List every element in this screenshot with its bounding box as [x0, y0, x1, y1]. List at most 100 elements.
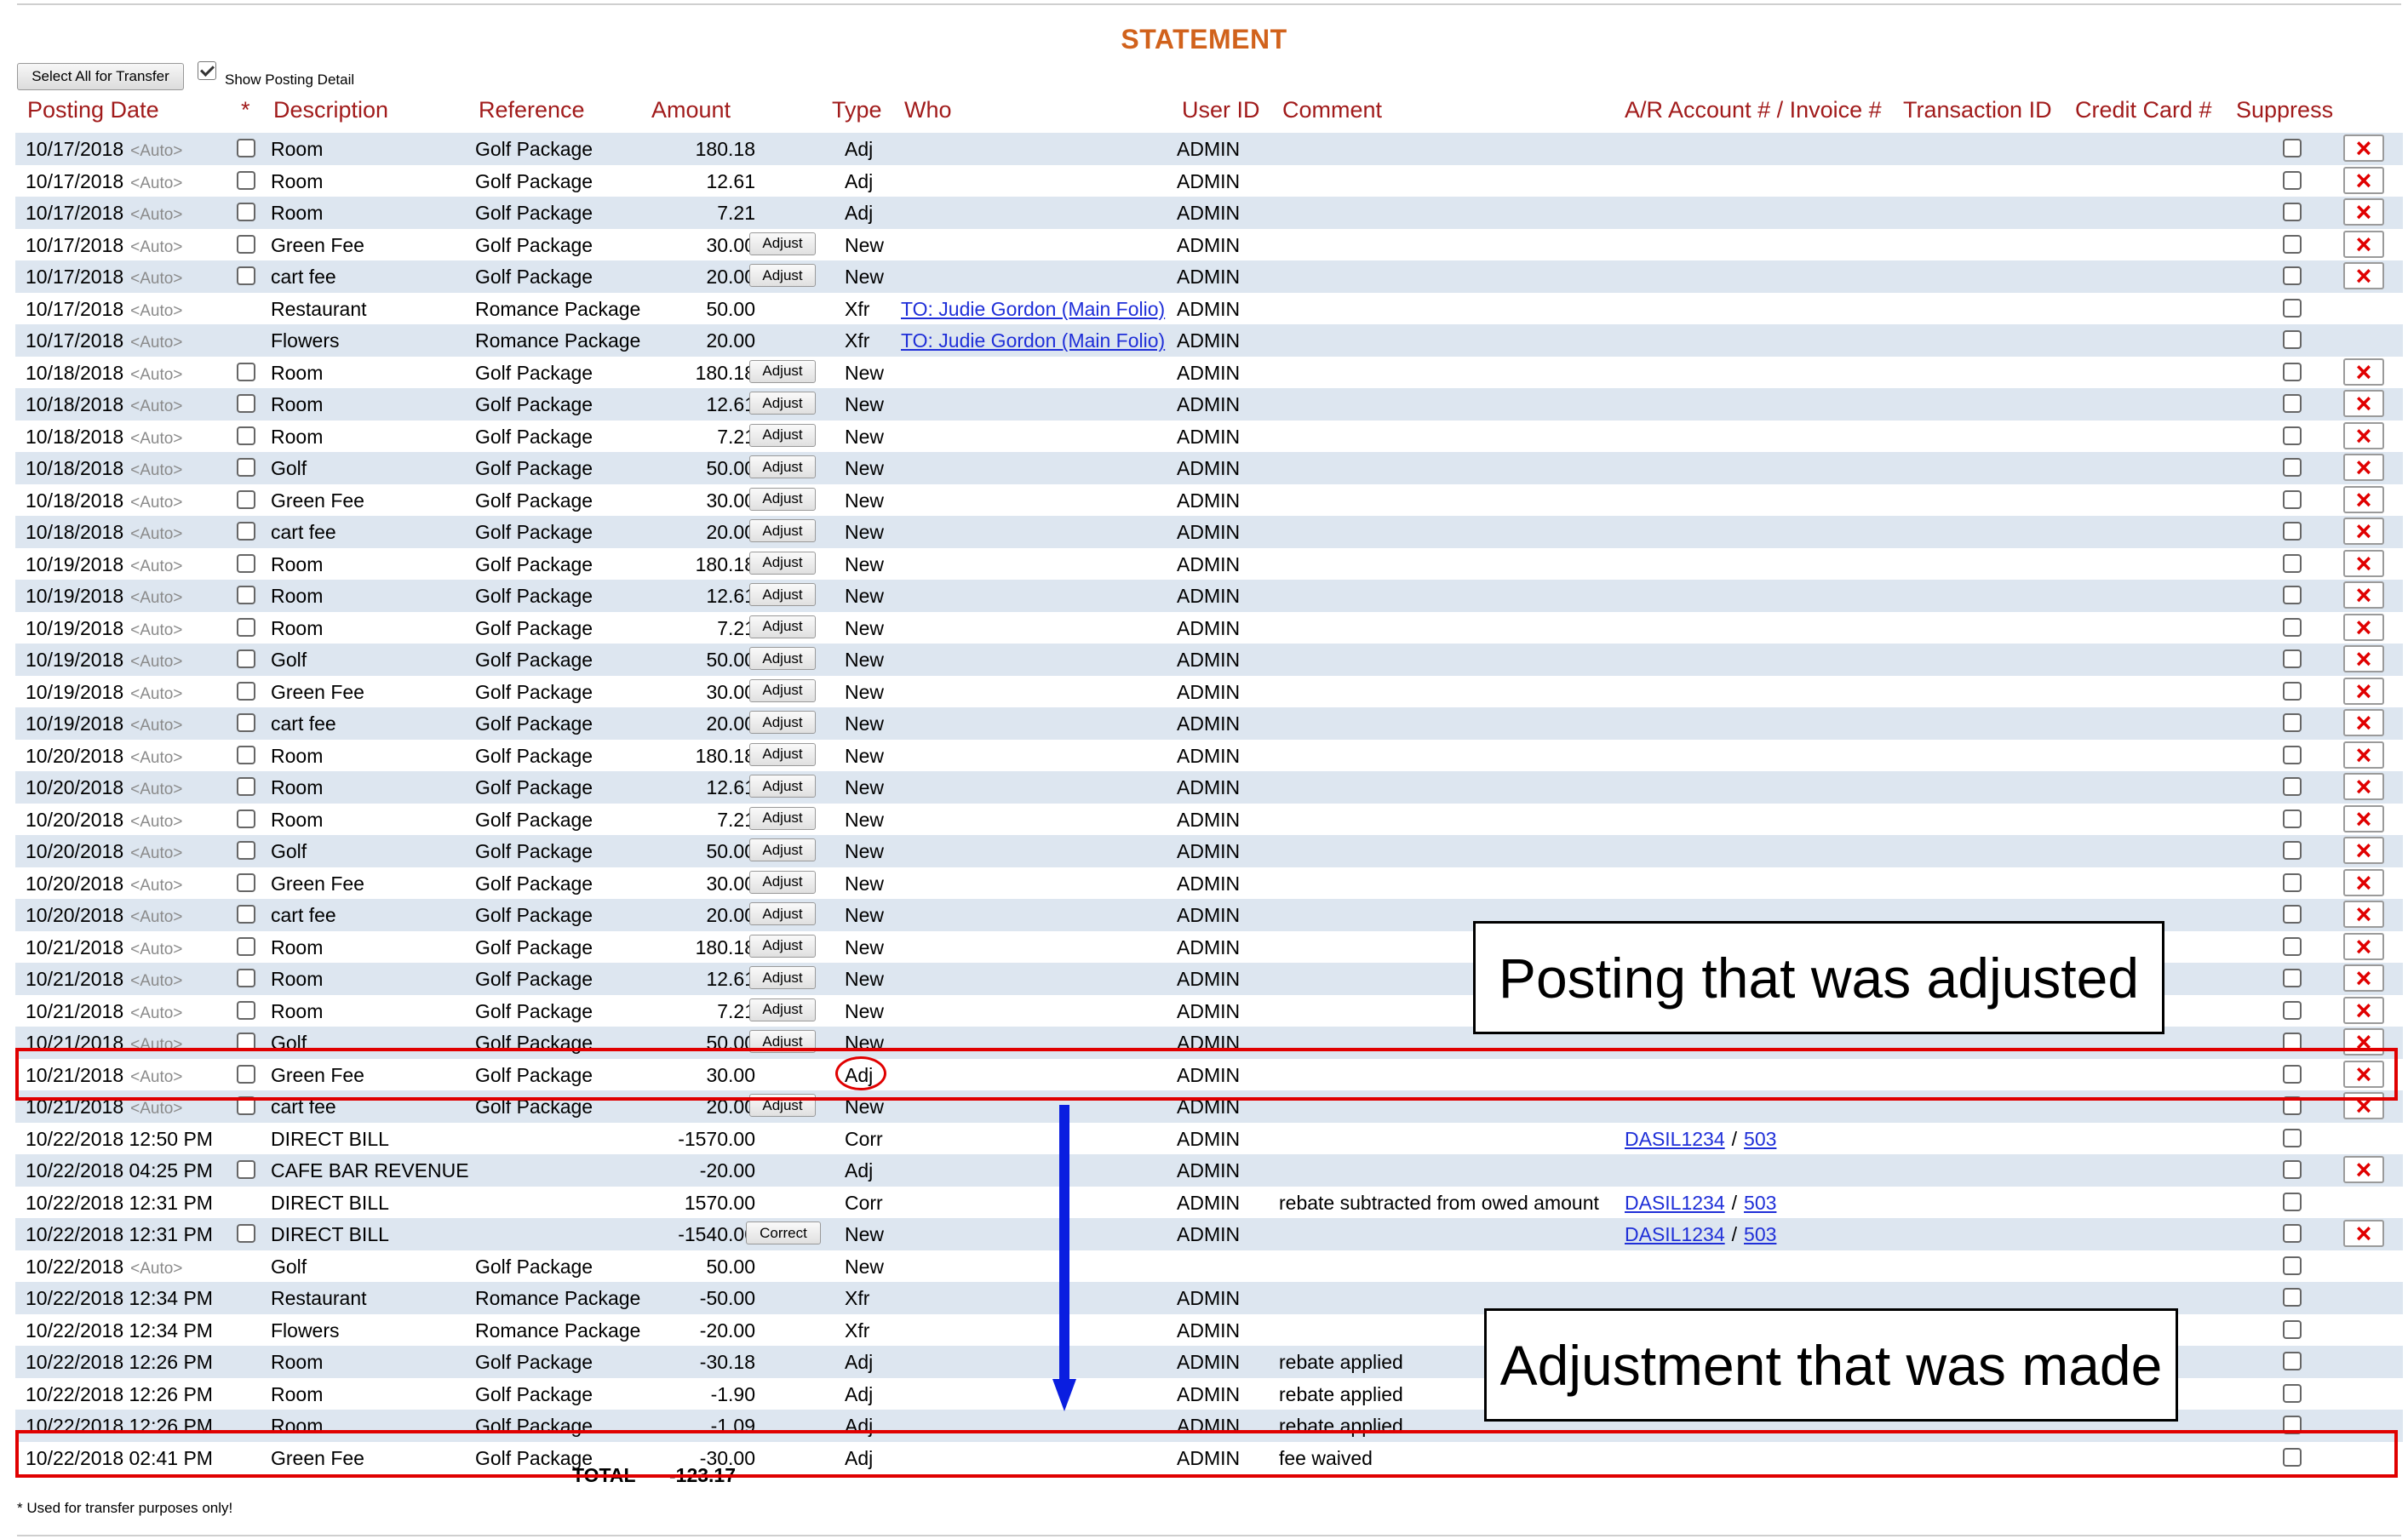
- delete-icon[interactable]: ×: [2343, 134, 2384, 162]
- header-user-id[interactable]: User ID: [1182, 97, 1260, 123]
- suppress-checkbox[interactable]: [2283, 1256, 2302, 1275]
- suppress-checkbox[interactable]: [2283, 1160, 2302, 1179]
- suppress-checkbox[interactable]: [2283, 394, 2302, 413]
- delete-icon[interactable]: ×: [2343, 1220, 2384, 1247]
- delete-icon[interactable]: ×: [2343, 613, 2384, 641]
- transfer-checkbox[interactable]: [237, 1224, 255, 1243]
- transfer-checkbox[interactable]: [237, 809, 255, 828]
- adjust-button[interactable]: Adjust: [749, 232, 816, 255]
- delete-icon[interactable]: ×: [2343, 166, 2384, 194]
- adjust-button[interactable]: Adjust: [749, 678, 816, 702]
- adjust-button[interactable]: Adjust: [749, 647, 816, 670]
- transfer-checkbox[interactable]: [237, 362, 255, 381]
- select-all-for-transfer-button[interactable]: Select All for Transfer: [17, 63, 184, 90]
- correct-button[interactable]: Correct: [746, 1221, 821, 1244]
- transfer-checkbox[interactable]: [237, 170, 255, 190]
- suppress-checkbox[interactable]: [2283, 681, 2302, 701]
- transfer-checkbox[interactable]: [237, 394, 255, 413]
- transfer-checkbox[interactable]: [237, 426, 255, 445]
- suppress-checkbox[interactable]: [2283, 266, 2302, 285]
- header-description[interactable]: Description: [273, 97, 388, 123]
- transfer-checkbox[interactable]: [237, 489, 255, 509]
- suppress-checkbox[interactable]: [2283, 489, 2302, 509]
- transfer-checkbox[interactable]: [237, 681, 255, 701]
- delete-icon[interactable]: ×: [2343, 901, 2384, 928]
- transfer-checkbox[interactable]: [237, 745, 255, 764]
- delete-icon[interactable]: ×: [2343, 932, 2384, 960]
- delete-icon[interactable]: ×: [2343, 198, 2384, 226]
- transfer-checkbox[interactable]: [237, 841, 255, 860]
- adjust-button[interactable]: Adjust: [749, 806, 816, 830]
- suppress-checkbox[interactable]: [2283, 1319, 2302, 1339]
- adjust-button[interactable]: Adjust: [749, 998, 816, 1021]
- header-comment[interactable]: Comment: [1282, 97, 1382, 123]
- suppress-checkbox[interactable]: [2283, 553, 2302, 573]
- transfer-checkbox[interactable]: [237, 872, 255, 892]
- suppress-checkbox[interactable]: [2283, 139, 2302, 157]
- delete-icon[interactable]: ×: [2343, 262, 2384, 289]
- suppress-checkbox[interactable]: [2283, 234, 2302, 254]
- delete-icon[interactable]: ×: [2343, 230, 2384, 258]
- adjust-button[interactable]: Adjust: [749, 838, 816, 861]
- suppress-checkbox[interactable]: [2283, 330, 2302, 349]
- header-reference[interactable]: Reference: [479, 97, 585, 123]
- transfer-checkbox[interactable]: [237, 266, 255, 285]
- transfer-checkbox[interactable]: [237, 553, 255, 573]
- suppress-checkbox[interactable]: [2283, 872, 2302, 892]
- adjust-button[interactable]: Adjust: [749, 902, 816, 925]
- transfer-checkbox[interactable]: [237, 234, 255, 254]
- delete-icon[interactable]: ×: [2343, 454, 2384, 481]
- transfer-checkbox[interactable]: [237, 969, 255, 987]
- delete-icon[interactable]: ×: [2343, 804, 2384, 832]
- adjust-button[interactable]: Adjust: [749, 423, 816, 447]
- adjust-button[interactable]: Adjust: [749, 392, 816, 415]
- ar-account-link[interactable]: DASIL1234: [1625, 1128, 1725, 1150]
- delete-icon[interactable]: ×: [2343, 773, 2384, 800]
- header-ar-account[interactable]: A/R Account # / Invoice #: [1625, 97, 1882, 123]
- delete-icon[interactable]: ×: [2343, 358, 2384, 386]
- suppress-checkbox[interactable]: [2283, 522, 2302, 541]
- adjust-button[interactable]: Adjust: [749, 551, 816, 575]
- show-posting-detail-checkbox[interactable]: [198, 61, 216, 80]
- delete-icon[interactable]: ×: [2343, 581, 2384, 609]
- show-posting-detail-toggle[interactable]: Show Posting Detail: [198, 61, 354, 89]
- suppress-checkbox[interactable]: [2283, 203, 2302, 221]
- transfer-checkbox[interactable]: [237, 713, 255, 732]
- who-link[interactable]: TO: Judie Gordon (Main Folio): [901, 298, 1165, 321]
- adjust-button[interactable]: Adjust: [749, 966, 816, 989]
- suppress-checkbox[interactable]: [2283, 617, 2302, 637]
- transfer-checkbox[interactable]: [237, 649, 255, 668]
- suppress-checkbox[interactable]: [2283, 905, 2302, 924]
- ar-account-link[interactable]: DASIL1234: [1625, 1192, 1725, 1214]
- delete-icon[interactable]: ×: [2343, 549, 2384, 577]
- header-credit-card[interactable]: Credit Card #: [2075, 97, 2212, 123]
- invoice-link[interactable]: 503: [1744, 1192, 1776, 1214]
- delete-icon[interactable]: ×: [2343, 964, 2384, 992]
- adjust-button[interactable]: Adjust: [749, 711, 816, 734]
- suppress-checkbox[interactable]: [2283, 1128, 2302, 1147]
- delete-icon[interactable]: ×: [2343, 645, 2384, 672]
- header-posting-date[interactable]: Posting Date: [27, 97, 159, 123]
- delete-icon[interactable]: ×: [2343, 996, 2384, 1024]
- delete-icon[interactable]: ×: [2343, 390, 2384, 417]
- suppress-checkbox[interactable]: [2283, 841, 2302, 860]
- adjust-button[interactable]: Adjust: [749, 742, 816, 766]
- invoice-link[interactable]: 503: [1744, 1223, 1776, 1245]
- suppress-checkbox[interactable]: [2283, 362, 2302, 381]
- adjust-button[interactable]: Adjust: [749, 359, 816, 383]
- transfer-checkbox[interactable]: [237, 586, 255, 604]
- header-amount[interactable]: Amount: [651, 97, 731, 123]
- adjust-button[interactable]: Adjust: [749, 870, 816, 894]
- transfer-checkbox[interactable]: [237, 905, 255, 924]
- suppress-checkbox[interactable]: [2283, 298, 2302, 318]
- adjust-button[interactable]: Adjust: [749, 264, 816, 287]
- suppress-checkbox[interactable]: [2283, 1000, 2302, 1020]
- adjust-button[interactable]: Adjust: [749, 615, 816, 638]
- transfer-checkbox[interactable]: [237, 203, 255, 221]
- delete-icon[interactable]: ×: [2343, 837, 2384, 864]
- suppress-checkbox[interactable]: [2283, 777, 2302, 796]
- delete-icon[interactable]: ×: [2343, 1156, 2384, 1183]
- adjust-button[interactable]: Adjust: [749, 934, 816, 958]
- header-suppress[interactable]: Suppress: [2236, 97, 2333, 123]
- suppress-checkbox[interactable]: [2283, 586, 2302, 604]
